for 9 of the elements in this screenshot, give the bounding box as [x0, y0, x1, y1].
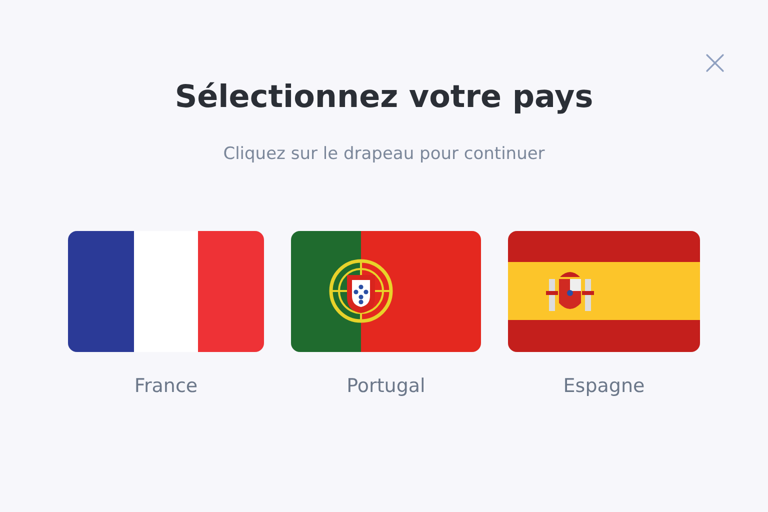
- close-icon: [705, 53, 725, 73]
- flag-button[interactable]: [68, 231, 264, 352]
- flag-button[interactable]: [291, 231, 481, 352]
- dialog-subtitle: Cliquez sur le drapeau pour continuer: [223, 143, 545, 166]
- flag-button[interactable]: [508, 231, 700, 352]
- dialog-title: Sélectionnez votre pays: [174, 78, 594, 117]
- country-label: Portugal: [346, 374, 426, 398]
- country-label: Espagne: [563, 374, 645, 398]
- country-label: France: [134, 374, 198, 398]
